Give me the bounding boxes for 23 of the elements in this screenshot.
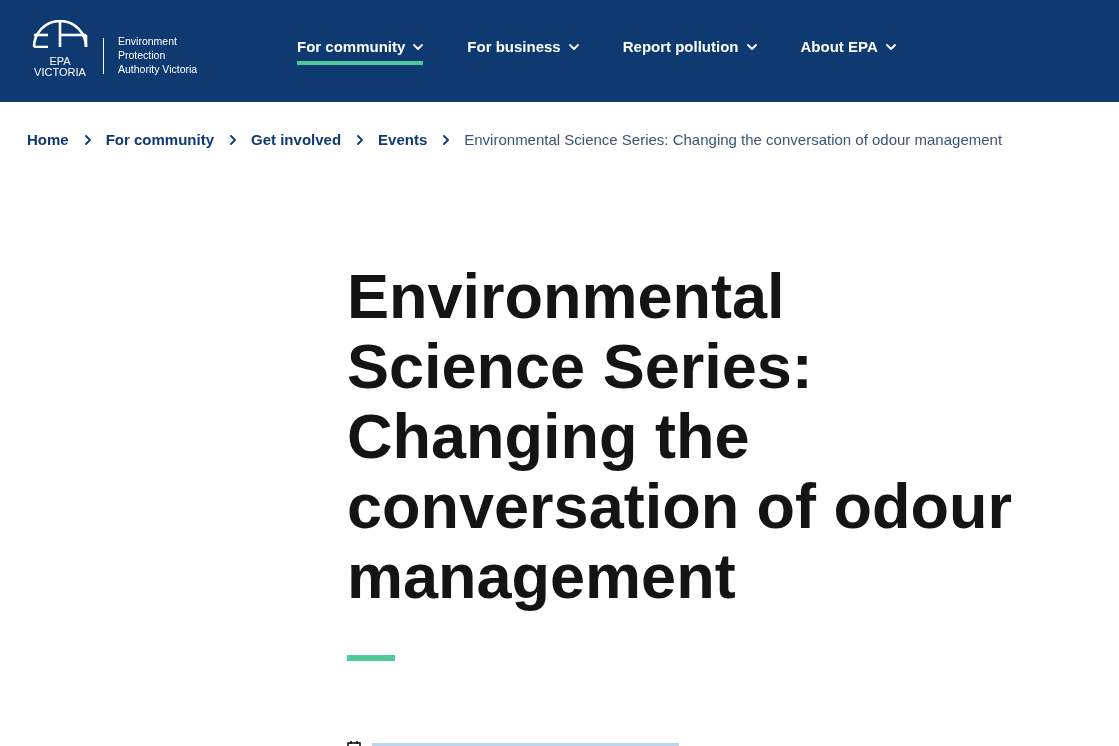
- nav-menu-button[interactable]: About EPA: [800, 28, 896, 65]
- nav-menu-button[interactable]: Report pollution: [622, 28, 757, 65]
- title-accent-bar: [347, 655, 395, 661]
- breadcrumb-link[interactable]: Get involved: [251, 131, 342, 149]
- chevron-right-icon: [230, 135, 237, 145]
- breadcrumb-link[interactable]: For community: [105, 131, 215, 149]
- logo-short-name: EPA VICTORIA: [34, 56, 86, 78]
- page-title: Environmental Science Series: Changing the conversation of odour management: [347, 261, 1014, 611]
- calendar-icon: [347, 741, 361, 746]
- logo-full-name: Environment Protection Authority Victoria: [118, 34, 198, 76]
- breadcrumb-link[interactable]: Events: [378, 131, 428, 149]
- chevron-right-icon: [357, 135, 364, 145]
- chevron-down-icon: [413, 44, 424, 50]
- chevron-right-icon: [84, 135, 91, 145]
- breadcrumb-link[interactable]: Home: [27, 131, 69, 149]
- breadcrumb-current: Environmental Science Series: Changing the conversation of odour management: [464, 131, 1003, 149]
- logo-emblem-icon: [32, 20, 88, 48]
- chevron-down-icon: [746, 44, 757, 50]
- nav-menu-button[interactable]: For community: [297, 28, 424, 65]
- chevron-right-icon: [443, 135, 450, 145]
- chevron-down-icon: [568, 44, 579, 50]
- chevron-down-icon: [885, 44, 896, 50]
- nav-menu-button[interactable]: For business: [467, 28, 579, 65]
